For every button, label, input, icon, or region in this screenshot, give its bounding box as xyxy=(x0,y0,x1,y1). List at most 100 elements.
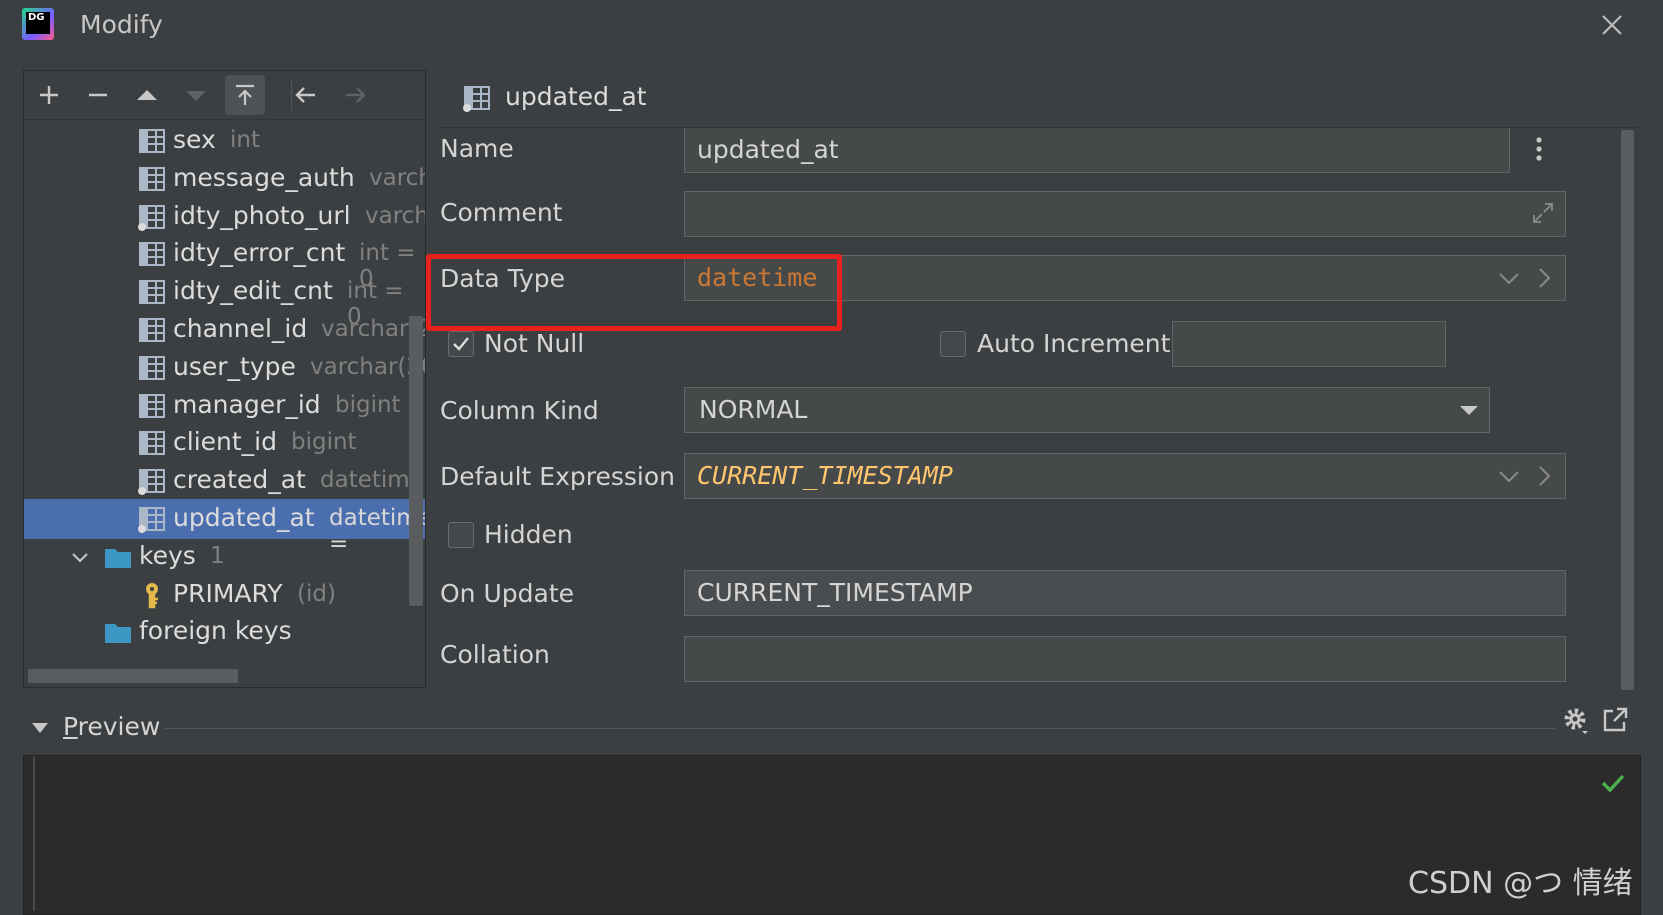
tree-row-type: bigint xyxy=(335,391,401,418)
tree-row-name: foreign keys xyxy=(139,616,292,646)
forward-arrow-icon[interactable] xyxy=(335,75,375,115)
not-null-label: Not Null xyxy=(484,329,585,358)
tree-row-updated-at[interactable]: updated_at datetime = xyxy=(24,499,425,557)
ok-check-icon xyxy=(1601,774,1625,793)
app-logo-icon: DG xyxy=(22,8,54,40)
tree-row-message-auth[interactable]: message_auth varchar xyxy=(24,159,425,199)
dropdown-arrow-icon[interactable] xyxy=(1455,396,1483,424)
tree-row-idty-error-cnt[interactable]: idty_error_cnt int = 0 xyxy=(24,234,425,292)
back-arrow-icon[interactable] xyxy=(286,75,326,115)
add-icon[interactable] xyxy=(29,75,69,115)
tree-row-name: manager_id xyxy=(173,389,321,419)
column-icon xyxy=(139,355,165,380)
checkmark-icon xyxy=(453,337,469,351)
chevron-right-icon[interactable] xyxy=(1530,264,1558,292)
column-kind-label: Column Kind xyxy=(440,396,599,425)
preview-gutter xyxy=(33,756,35,911)
chevron-down-icon[interactable] xyxy=(1495,264,1523,292)
tree-horizontal-scrollbar[interactable] xyxy=(28,669,238,683)
default-expression-field[interactable]: CURRENT_TIMESTAMP xyxy=(684,453,1566,499)
column-properties-form: Name updated_at Comment Data Type dateti… xyxy=(440,128,1623,688)
tree-row-name: keys xyxy=(139,540,196,570)
default-expression-label: Default Expression xyxy=(440,462,675,491)
default-expression-value: CURRENT_TIMESTAMP xyxy=(697,461,953,490)
column-icon xyxy=(138,507,165,533)
tree-row-keys[interactable]: keys 1 xyxy=(24,537,425,577)
preview-label-rest: review xyxy=(77,712,161,741)
tree-row-primary[interactable]: PRIMARY (id) xyxy=(24,575,425,615)
tree-row-name: PRIMARY xyxy=(173,578,283,608)
tree-row-type: bigint xyxy=(291,429,357,456)
move-up-icon[interactable] xyxy=(127,75,167,115)
tree-row-foreign-keys[interactable]: foreign keys xyxy=(24,612,425,652)
folder-icon xyxy=(105,548,131,568)
tree-row-created-at[interactable]: created_atdatetime = xyxy=(24,461,425,519)
column-icon xyxy=(139,318,165,342)
tree-vertical-scrollbar[interactable] xyxy=(409,316,423,606)
tree-row-name: created_at xyxy=(173,465,306,495)
on-update-field[interactable]: CURRENT_TIMESTAMP xyxy=(684,570,1566,616)
sql-preview-area[interactable] xyxy=(23,755,1641,915)
column-icon xyxy=(138,469,165,496)
collapse-triangle-icon[interactable] xyxy=(30,718,50,738)
column-header-title: updated_at xyxy=(505,82,647,111)
hidden-checkbox[interactable] xyxy=(448,522,474,548)
column-icon xyxy=(463,86,490,112)
tree-row-type: (id) xyxy=(297,580,336,607)
comment-field[interactable] xyxy=(684,191,1566,237)
move-down-icon[interactable] xyxy=(176,75,216,115)
tree-row-user-type[interactable]: user_typevarchar(20) xyxy=(24,348,425,388)
preview-divider xyxy=(165,728,1555,729)
tree-row-manager-id[interactable]: manager_id bigint xyxy=(24,386,425,426)
column-icon xyxy=(139,129,165,153)
chevron-down-icon[interactable] xyxy=(1495,462,1523,490)
folder-icon xyxy=(105,624,131,644)
tree-row-name: idty_edit_cnt xyxy=(173,276,333,306)
name-value: updated_at xyxy=(697,135,839,164)
tree-row-client-id[interactable]: client_id bigint xyxy=(24,423,425,463)
close-icon[interactable] xyxy=(1597,10,1627,40)
tree-row-type: int xyxy=(230,127,260,153)
tree-row-name: sex xyxy=(173,125,216,154)
chevron-down-icon[interactable] xyxy=(70,547,90,567)
pin-to-top-icon[interactable] xyxy=(225,75,265,115)
chevron-right-icon[interactable] xyxy=(1530,462,1558,490)
column-icon xyxy=(139,166,165,191)
open-in-window-icon[interactable] xyxy=(1600,705,1630,735)
tree-row-type: varcha xyxy=(365,202,425,229)
form-vertical-scrollbar[interactable] xyxy=(1621,130,1634,690)
tree-row-idty-photo-url[interactable]: idty_photo_url varcha xyxy=(24,197,425,237)
tree-toolbar xyxy=(24,71,425,120)
auto-increment-label: Auto Increment xyxy=(977,329,1171,358)
tree-row-sex[interactable]: sex int xyxy=(24,121,425,161)
name-label: Name xyxy=(440,134,514,163)
comment-label: Comment xyxy=(440,198,563,227)
tree-row-name: idty_photo_url xyxy=(173,200,351,230)
watermark-text: CSDN @つ 情绪 xyxy=(1408,866,1633,901)
auto-increment-field[interactable] xyxy=(1172,321,1446,367)
tree-row-idty-edit-cnt[interactable]: idty_edit_cnt int = 0 xyxy=(24,272,425,330)
preview-mnemonic: P xyxy=(63,712,78,741)
column-kind-value: NORMAL xyxy=(699,395,808,424)
column-icon xyxy=(138,204,165,231)
column-kind-select[interactable]: NORMAL xyxy=(684,387,1490,433)
data-type-highlight xyxy=(426,254,842,331)
tree-row-type: 1 xyxy=(210,542,225,569)
expand-icon[interactable] xyxy=(1530,200,1556,226)
not-null-checkbox[interactable] xyxy=(448,331,474,357)
key-icon xyxy=(146,582,158,608)
name-field[interactable]: updated_at xyxy=(684,128,1510,173)
tree-row-channel-id[interactable]: channel_idvarchar(20 xyxy=(24,310,425,350)
tree-row-name: updated_at xyxy=(173,503,315,532)
tree-row-name: user_type xyxy=(173,351,296,381)
collation-field[interactable] xyxy=(684,636,1566,682)
column-icon xyxy=(139,393,165,418)
auto-increment-checkbox[interactable] xyxy=(940,331,966,357)
column-icon xyxy=(139,242,165,267)
column-icon xyxy=(139,431,165,456)
more-options-icon[interactable] xyxy=(1529,134,1549,164)
gear-icon[interactable] xyxy=(1561,705,1591,735)
column-icon xyxy=(139,280,165,305)
remove-icon[interactable] xyxy=(78,75,118,115)
preview-label[interactable]: Preview xyxy=(63,712,160,741)
